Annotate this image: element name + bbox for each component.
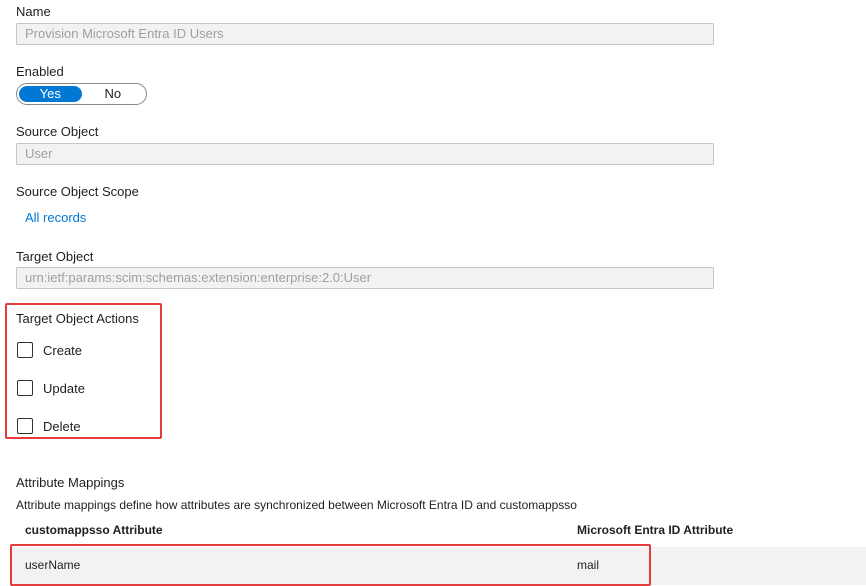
row-entra-attribute: mail [577,558,600,572]
attribute-mappings-title: Attribute Mappings [16,475,125,490]
update-checkbox[interactable] [17,380,33,396]
delete-checkbox-label: Delete [43,418,81,434]
update-checkbox-row[interactable]: Update [17,380,85,396]
enabled-yes-option[interactable]: Yes [19,86,82,102]
col-header-entra: Microsoft Entra ID Attribute [577,523,734,537]
table-row[interactable]: userName mail [12,547,866,585]
create-checkbox-row[interactable]: Create [17,342,82,358]
update-checkbox-label: Update [43,380,85,396]
col-header-customappsso: customappsso Attribute [25,523,163,537]
create-checkbox[interactable] [17,342,33,358]
name-field[interactable]: Provision Microsoft Entra ID Users [16,23,714,45]
source-object-field[interactable]: User [16,143,714,165]
target-object-label: Target Object [16,249,94,264]
source-object-label: Source Object [16,124,99,139]
attribute-mappings-description: Attribute mappings define how attributes… [16,498,577,512]
source-object-scope-label: Source Object Scope [16,184,139,199]
create-checkbox-label: Create [43,342,83,358]
target-object-actions-label: Target Object Actions [16,311,139,326]
row-customappsso-attribute[interactable]: userName [25,558,80,572]
delete-checkbox[interactable] [17,418,33,434]
delete-checkbox-row[interactable]: Delete [17,418,81,434]
enabled-no-option[interactable]: No [82,86,145,102]
all-records-link[interactable]: All records [25,210,86,225]
enabled-toggle[interactable]: Yes No [16,83,147,105]
attribute-mapping-page: Name Provision Microsoft Entra ID Users … [0,0,866,586]
target-object-field[interactable]: urn:ietf:params:scim:schemas:extension:e… [16,267,714,289]
name-label: Name [16,4,51,19]
enabled-label: Enabled [16,64,64,79]
